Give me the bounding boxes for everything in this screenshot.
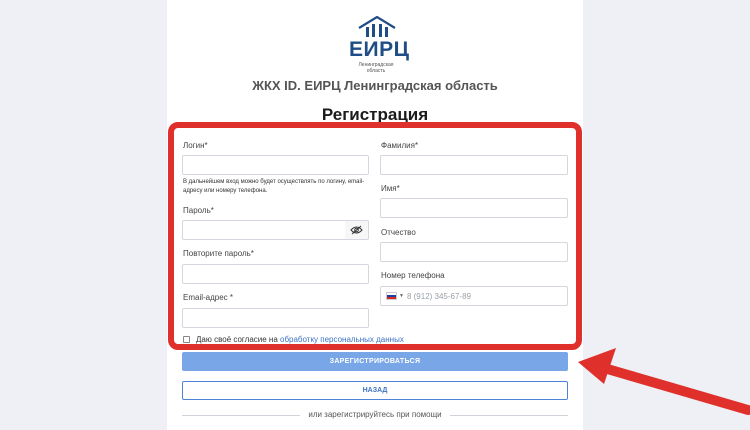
back-button[interactable]: НАЗАД: [182, 381, 568, 400]
house-icon: [358, 16, 396, 37]
logo-text: ЕИРЦ: [349, 38, 410, 61]
annotation-arrow-icon: [578, 348, 750, 415]
logo-subtext: Ленинградская область: [358, 62, 394, 74]
org-title: ЖКХ ID. ЕИРЦ Ленинградская область: [252, 78, 498, 93]
highlight-annotation-box: [168, 122, 582, 350]
divider-text: или зарегистрируйтесь при помощи: [308, 410, 442, 419]
register-button[interactable]: ЗАРЕГИСТРИРОВАТЬСЯ: [182, 352, 568, 371]
eirc-logo: ЕИРЦ Ленинградская область: [349, 16, 410, 74]
